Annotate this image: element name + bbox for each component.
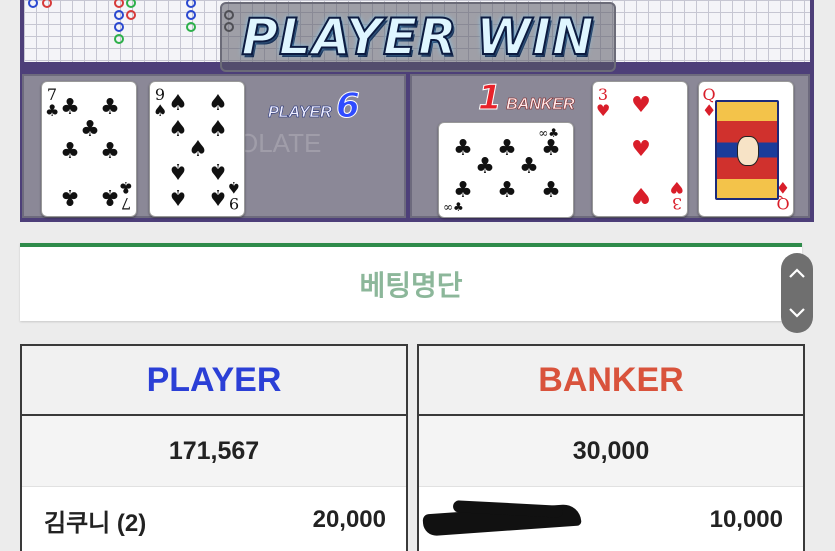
banker-score: 1 — [478, 78, 503, 119]
banker-score-label: 1 BANKER — [478, 78, 575, 119]
road-dot — [114, 0, 124, 8]
banker-card-3: Q ♦ Q ♦ — [698, 81, 794, 217]
card-corner: 9 ♠ — [153, 85, 168, 120]
banker-card-2: 3 ♥ 3 ♥ ♥ ♥ ♥ — [592, 81, 688, 217]
spade-icon: ♠ — [208, 117, 228, 142]
road-dot — [126, 0, 136, 8]
banker-card-1: ∞♣ ∞♣ ♣ ♣ ♣ ♣ ♣ ♣ ♣ ♣ — [438, 122, 574, 218]
road-dot — [114, 10, 124, 20]
player-label: PLAYER — [268, 104, 332, 122]
table-watermark: OLATE — [238, 128, 322, 158]
bet-amount: 20,000 — [312, 506, 386, 533]
spade-icon: ♠ — [208, 184, 228, 209]
redacted-name — [423, 503, 583, 537]
club-icon: ♣ — [519, 154, 539, 179]
card-corner: 3 ♥ — [596, 85, 611, 120]
list-item: 10,000 — [419, 487, 803, 551]
club-icon: ♣ — [100, 184, 120, 209]
bet-amount: 10,000 — [709, 506, 783, 533]
player-score: 6 — [336, 86, 361, 127]
player-score-label: PLAYER 6 — [268, 86, 361, 127]
road-dot — [28, 0, 38, 8]
spade-icon: ♠ — [188, 137, 208, 162]
club-icon: ♣ — [541, 178, 561, 203]
result-text: PLAYER WIN — [240, 7, 595, 67]
club-icon: ♣ — [60, 139, 80, 164]
queen-face-icon — [715, 100, 779, 200]
club-icon: ♣ — [60, 95, 80, 120]
road-dot — [42, 0, 52, 8]
player-bet-column: PLAYER 171,567 김쿠니 (2) 20,000 — [20, 344, 408, 551]
card-corner: Q ♦ — [702, 85, 717, 120]
road-dot — [114, 34, 124, 44]
chevron-up-icon[interactable] — [787, 263, 807, 283]
spade-icon: ♠ — [168, 91, 188, 116]
banker-bet-column: BANKER 30,000 10,000 — [417, 344, 805, 551]
player-bet-total: 171,567 — [22, 416, 406, 487]
road-dot — [126, 10, 136, 20]
spade-icon: ♠ — [208, 91, 228, 116]
banker-bet-total: 30,000 — [419, 416, 803, 487]
player-card-1: 7 ♣ 7 ♣ ♣ ♣ ♣ ♣ ♣ ♣ ♣ — [41, 81, 137, 217]
road-dot — [186, 0, 196, 8]
list-item: 김쿠니 (2) 20,000 — [22, 487, 406, 551]
club-icon: ♣ — [100, 139, 120, 164]
club-icon: ♣ — [453, 178, 473, 203]
chevron-down-icon[interactable] — [787, 303, 807, 323]
spade-icon: ♠ — [168, 117, 188, 142]
banker-label: BANKER — [506, 96, 575, 114]
road-dot — [186, 10, 196, 20]
player-card-2: 9 ♠ 9 ♠ ♠ ♠ ♠ ♠ ♠ ♠ ♠ ♠ ♠ — [149, 81, 245, 217]
player-hand-panel: OLATE 7 ♣ 7 ♣ ♣ ♣ ♣ ♣ ♣ ♣ ♣ 9 ♠ 9 ♠ ♠ ♠ ♠ ♠ … — [22, 74, 406, 218]
spade-icon: ♠ — [168, 184, 188, 209]
heart-icon: ♥ — [631, 93, 651, 118]
card-corner: 7 ♣ — [45, 85, 60, 120]
heart-icon: ♥ — [631, 182, 651, 207]
game-display: OLATE 7 ♣ 7 ♣ ♣ ♣ ♣ ♣ ♣ ♣ ♣ 9 ♠ 9 ♠ ♠ ♠ ♠ ♠ … — [20, 0, 814, 222]
player-bet-header: PLAYER — [22, 346, 406, 416]
bettor-name: 김쿠니 (2) — [44, 509, 147, 537]
betting-list-title: 베팅명단 — [359, 270, 463, 301]
road-dot — [114, 22, 124, 32]
spade-icon: ♠ — [168, 158, 188, 183]
banker-hand-panel: 1 BANKER ∞♣ ∞♣ ♣ ♣ ♣ ♣ ♣ ♣ ♣ ♣ 3 ♥ 3 ♥ ♥ ♥… — [410, 74, 810, 218]
banker-bet-header: BANKER — [419, 346, 803, 416]
spade-icon: ♠ — [208, 158, 228, 183]
club-icon: ♣ — [453, 136, 473, 161]
result-banner: PLAYER WIN — [220, 2, 616, 72]
club-icon: ♣ — [475, 154, 495, 179]
betting-list-header: 베팅명단 — [20, 243, 802, 321]
club-icon: ♣ — [497, 178, 517, 203]
heart-icon: ♥ — [631, 137, 651, 162]
card-corner: 3 ♥ — [669, 178, 684, 213]
scroll-control[interactable] — [781, 253, 813, 333]
club-icon: ♣ — [497, 136, 517, 161]
club-icon: ♣ — [60, 184, 80, 209]
club-icon: ♣ — [100, 95, 120, 120]
club-icon: ♣ — [541, 136, 561, 161]
club-icon: ♣ — [80, 117, 100, 142]
road-dot — [186, 22, 196, 32]
